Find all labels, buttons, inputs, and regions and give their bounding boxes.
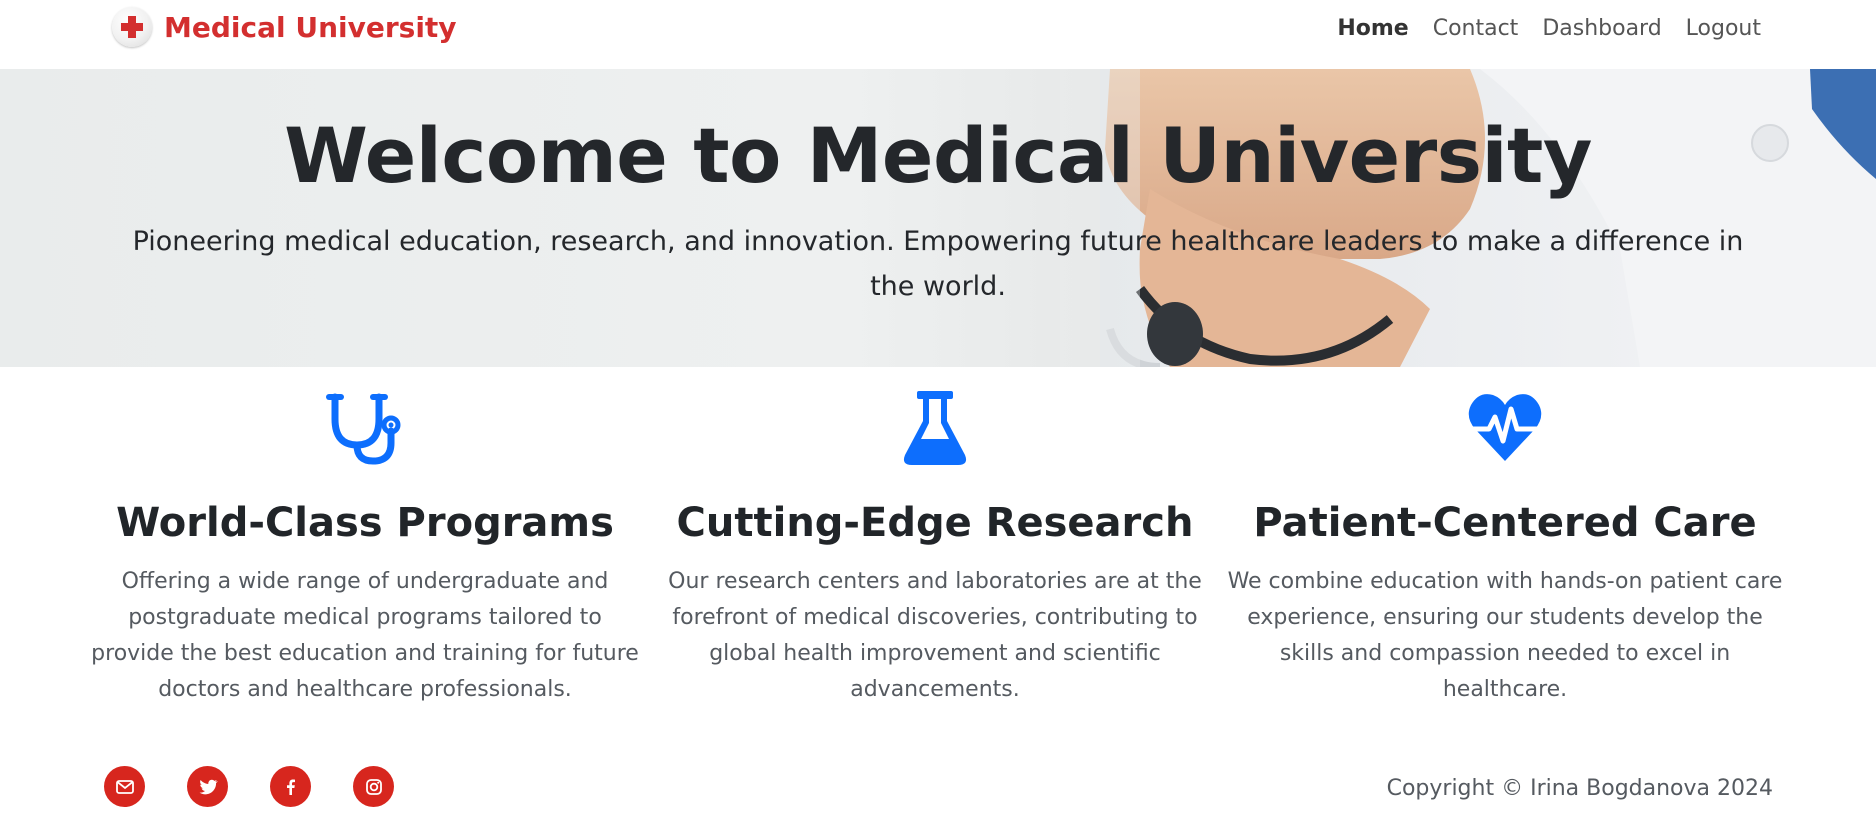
envelope-icon[interactable] — [104, 766, 145, 807]
stethoscope-icon — [325, 389, 405, 469]
hero-banner: Welcome to Medical University Pioneering… — [0, 69, 1876, 367]
navbar: Medical University Home Contact Dashboar… — [0, 0, 1876, 69]
facebook-icon[interactable] — [270, 766, 311, 807]
brand-link[interactable]: Medical University — [112, 6, 457, 48]
hero-title: Welcome to Medical University — [284, 111, 1592, 200]
twitter-icon[interactable] — [187, 766, 228, 807]
nav-link-logout[interactable]: Logout — [1686, 16, 1761, 41]
red-cross-icon — [112, 7, 152, 47]
heart-pulse-icon — [1465, 389, 1545, 469]
instagram-icon[interactable] — [353, 766, 394, 807]
footer: Copyright © Irina Bogdanova 2024 — [0, 750, 1876, 817]
feature-text-care: We combine education with hands-on patie… — [1227, 569, 1783, 702]
nav-link-home[interactable]: Home — [1337, 16, 1408, 41]
feature-card-research: Cutting-Edge Research Our research cente… — [655, 367, 1215, 727]
hero-subtitle: Pioneering medical education, research, … — [132, 226, 1744, 302]
brand-name: Medical University — [164, 10, 457, 44]
feature-title-care: Patient-Centered Care — [1253, 500, 1757, 546]
feature-card-care: Patient-Centered Care We combine educati… — [1225, 367, 1785, 727]
feature-title-research: Cutting-Edge Research — [676, 500, 1194, 546]
copyright-text: Copyright © Irina Bogdanova 2024 — [1386, 776, 1773, 801]
social-links — [104, 766, 394, 807]
feature-text-research: Our research centers and laboratories ar… — [668, 569, 1202, 702]
nav-link-contact[interactable]: Contact — [1433, 16, 1519, 41]
feature-text-programs: Offering a wide range of undergraduate a… — [91, 569, 639, 702]
features-section: World-Class Programs Offering a wide ran… — [0, 367, 1876, 727]
nav-links: Home Contact Dashboard Logout — [1337, 10, 1761, 46]
feature-card-programs: World-Class Programs Offering a wide ran… — [85, 367, 645, 727]
feature-title-programs: World-Class Programs — [116, 500, 614, 546]
flask-icon — [895, 389, 975, 469]
nav-link-dashboard[interactable]: Dashboard — [1542, 16, 1661, 41]
